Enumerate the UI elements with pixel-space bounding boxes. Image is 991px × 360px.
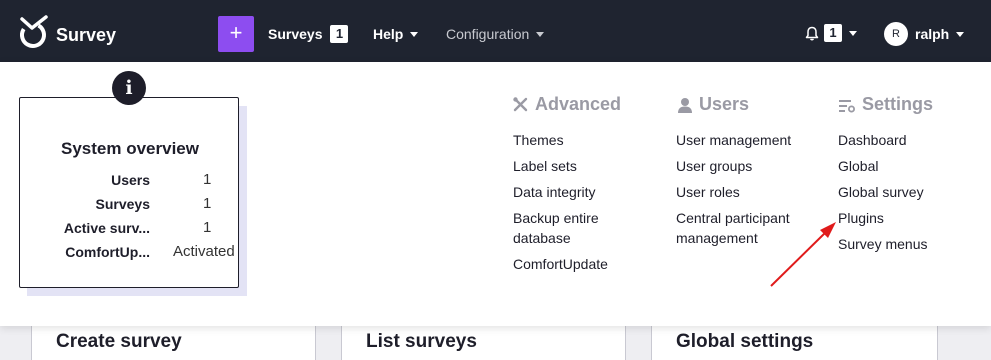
user-icon bbox=[678, 97, 692, 113]
overview-row-value: 1 bbox=[203, 171, 212, 188]
menu-item-plugins[interactable]: Plugins bbox=[838, 208, 884, 228]
settings-list-icon bbox=[839, 99, 855, 112]
menu-item-global[interactable]: Global bbox=[838, 156, 878, 176]
menu-item-comfortupdate[interactable]: ComfortUpdate bbox=[513, 254, 608, 274]
bell-icon bbox=[805, 26, 819, 40]
notifications-count-badge: 1 bbox=[824, 24, 842, 42]
overview-row-value: 1 bbox=[203, 219, 212, 236]
user-menu-dropdown[interactable]: R ralph bbox=[884, 22, 965, 46]
chevron-down-icon bbox=[956, 32, 965, 37]
overview-row-value: Activated bbox=[173, 243, 235, 260]
nav-configuration-dropdown[interactable]: Configuration bbox=[446, 26, 545, 42]
menu-item-global-survey[interactable]: Global survey bbox=[838, 182, 924, 202]
overview-row-label: ComfortUp... bbox=[65, 244, 150, 260]
chevron-down-icon bbox=[410, 32, 419, 37]
menu-item-backup-database[interactable]: Backup entire bbox=[513, 208, 599, 228]
limesurvey-logo-icon bbox=[20, 15, 48, 48]
menu-item-central-participant-management[interactable]: Central participant bbox=[676, 208, 790, 228]
card-title: List surveys bbox=[366, 331, 477, 352]
advanced-heading: Advanced bbox=[512, 94, 621, 115]
menu-item-label-sets[interactable]: Label sets bbox=[513, 156, 577, 176]
overview-row-label: Users bbox=[111, 172, 150, 188]
info-icon: i bbox=[112, 71, 146, 105]
advanced-heading-label: Advanced bbox=[535, 94, 622, 114]
system-overview-card: System overview Users 1 Surveys 1 Active… bbox=[19, 97, 239, 288]
menu-item-backup-database-line2[interactable]: database bbox=[513, 228, 571, 248]
card-title: Global settings bbox=[676, 331, 814, 352]
nav-help-dropdown[interactable]: Help bbox=[373, 26, 419, 42]
menu-item-dashboard[interactable]: Dashboard bbox=[838, 130, 907, 150]
nav-help-label: Help bbox=[373, 26, 404, 42]
create-survey-button[interactable]: + bbox=[218, 16, 254, 52]
nav-surveys[interactable]: Surveys 1 bbox=[268, 25, 349, 43]
menu-item-themes[interactable]: Themes bbox=[513, 130, 564, 150]
users-heading-label: Users bbox=[699, 94, 750, 114]
menu-item-data-integrity[interactable]: Data integrity bbox=[513, 182, 595, 202]
overview-row-value: 1 bbox=[203, 195, 212, 212]
avatar: R bbox=[884, 22, 908, 46]
card-title: Create survey bbox=[56, 331, 182, 352]
settings-heading-label: Settings bbox=[862, 94, 934, 114]
overview-row-label: Surveys bbox=[95, 196, 150, 212]
users-heading: Users bbox=[677, 94, 749, 115]
menu-item-user-roles[interactable]: User roles bbox=[676, 182, 740, 202]
menu-item-survey-menus[interactable]: Survey menus bbox=[838, 234, 927, 254]
menu-item-user-groups[interactable]: User groups bbox=[676, 156, 752, 176]
menu-item-user-management[interactable]: User management bbox=[676, 130, 791, 150]
overview-title: System overview bbox=[61, 139, 199, 158]
nav-configuration-label: Configuration bbox=[446, 26, 530, 42]
tools-icon bbox=[513, 97, 528, 112]
top-navbar: Survey + Surveys 1 Help Configuration 1 … bbox=[0, 0, 991, 62]
notifications-dropdown[interactable]: 1 bbox=[805, 24, 857, 42]
surveys-count-badge: 1 bbox=[330, 25, 349, 43]
brand-home-link[interactable]: Survey bbox=[18, 14, 116, 50]
overview-row-label: Active surv... bbox=[63, 220, 150, 236]
brand-name: Survey bbox=[56, 24, 117, 45]
settings-heading: Settings bbox=[838, 94, 933, 115]
chevron-down-icon bbox=[849, 31, 857, 36]
user-name: ralph bbox=[915, 26, 950, 42]
nav-surveys-label: Surveys bbox=[268, 26, 323, 42]
chevron-down-icon bbox=[536, 32, 545, 37]
menu-item-central-participant-management-line2[interactable]: management bbox=[676, 228, 758, 248]
